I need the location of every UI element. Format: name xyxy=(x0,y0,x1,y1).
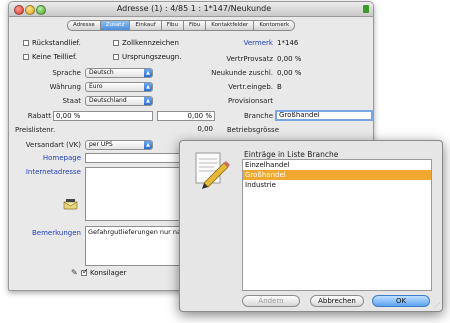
checkbox-box[interactable] xyxy=(113,40,119,46)
versandart-select[interactable]: per UPS ▲ xyxy=(85,140,153,150)
vertrprovsatz-value[interactable]: 0,00 % xyxy=(277,55,301,63)
neukundezuschl-value[interactable]: 0,00 % xyxy=(277,69,301,77)
staat-value: Deutschland xyxy=(89,97,127,104)
email-icon[interactable] xyxy=(62,199,79,210)
aendern-button[interactable]: Ändern xyxy=(242,295,300,307)
checkbox-zollkennzeichen[interactable]: Zollkennzeichen xyxy=(113,39,179,47)
tab-einkauf[interactable]: Einkauf xyxy=(129,20,161,31)
vermerk-value[interactable]: 1*146 xyxy=(277,39,298,47)
vermerk-label[interactable]: Vermerk xyxy=(213,39,273,47)
sprache-label: Sprache xyxy=(52,69,81,77)
close-window-button[interactable] xyxy=(14,5,24,15)
rabatt-field[interactable]: 0,00 % xyxy=(53,111,153,121)
preisliste-field[interactable]: 0,00 xyxy=(153,125,215,135)
vertreter-label: Vertr.eingeb. xyxy=(228,83,273,91)
tab-fibu-1[interactable]: Fibu xyxy=(160,20,183,31)
checkbox-konsilager[interactable]: Konsilager xyxy=(81,267,127,277)
tab-kontomerk[interactable]: Kontomerk xyxy=(253,20,296,31)
staat-select[interactable]: Deutschland ▲ xyxy=(85,96,153,106)
neukundezuschl-label: Neukunde zuschl. xyxy=(211,69,273,77)
bemerkungen-label[interactable]: Bemerkungen xyxy=(15,229,81,237)
checkbox-box[interactable] xyxy=(23,54,29,60)
checkbox-box[interactable] xyxy=(113,54,119,60)
waehrung-value: Euro xyxy=(89,83,103,90)
toolbar-toggle-icon[interactable] xyxy=(363,5,369,13)
abbrechen-button[interactable]: Abbrechen xyxy=(310,295,364,307)
chevron-updown-icon: ▲ xyxy=(144,141,152,149)
checkbox-box[interactable] xyxy=(81,267,89,276)
staat-label: Staat xyxy=(62,97,81,105)
dialog-title: Einträge in Liste Branche xyxy=(244,150,339,159)
vertreter-value[interactable]: B xyxy=(277,83,282,91)
tab-adresse[interactable]: Adresse xyxy=(67,20,100,31)
tab-kontaktfelder[interactable]: Kontaktfelder xyxy=(205,20,254,31)
betriebsgroesse-label: Betriebsgrösse xyxy=(226,126,279,134)
branche-list-dialog: Einträge in Liste Branche Einzelhandel G… xyxy=(179,140,443,312)
list-item[interactable]: Einzelhandel xyxy=(243,160,431,170)
edit-pen-icon[interactable]: ✎ xyxy=(71,268,78,277)
chevron-updown-icon: ▲ xyxy=(144,97,152,105)
provisionsart-label: Provisionsart xyxy=(227,97,273,105)
homepage-label[interactable]: Homepage xyxy=(15,154,81,162)
internetadresse-label[interactable]: Internetadresse xyxy=(15,168,81,176)
rabatt-label: Rabatt xyxy=(27,112,51,120)
title-bar: Adresse (1) : 4/85 1 : 1*147/Neukunde xyxy=(9,2,373,17)
checkbox-rueckstandlief[interactable]: Rückstandlief. xyxy=(23,39,81,47)
preisliste-label: Preislistenr. xyxy=(15,126,56,134)
tab-fibu-2[interactable]: Fibu xyxy=(183,20,206,31)
tab-zusatz[interactable]: Zusatz xyxy=(99,20,130,31)
vertrprovsatz-label: VertrProvsatz xyxy=(226,55,273,63)
branche-field[interactable]: Großhandel xyxy=(275,110,373,121)
minimize-window-button[interactable] xyxy=(25,5,35,15)
waehrung-label: Währung xyxy=(49,83,81,91)
sprache-value: Deutsch xyxy=(89,69,114,76)
checkbox-keine-teillief[interactable]: Keine Teillief. xyxy=(23,53,77,61)
chevron-updown-icon: ▲ xyxy=(144,69,152,77)
resize-grip-icon[interactable]: ⋰ xyxy=(434,302,440,309)
checkbox-ursprungszeugn[interactable]: Ursprungszeugn. xyxy=(113,53,181,61)
branche-list[interactable]: Einzelhandel Großhandel Industrie xyxy=(242,159,432,291)
list-item[interactable]: Industrie xyxy=(243,180,431,190)
chevron-updown-icon: ▲ xyxy=(144,83,152,91)
checkbox-label: Zollkennzeichen xyxy=(122,39,179,47)
waehrung-select[interactable]: Euro ▲ xyxy=(85,82,153,92)
versandart-value: per UPS xyxy=(89,141,113,148)
tab-bar: Adresse Zusatz Einkauf Fibu Fibu Kontakt… xyxy=(67,20,296,31)
list-item-selected[interactable]: Großhandel xyxy=(243,170,431,180)
branche-label: Branche xyxy=(244,112,273,120)
zoom-window-button[interactable] xyxy=(36,5,46,15)
document-pencil-icon xyxy=(190,149,232,191)
checkbox-label: Rückstandlief. xyxy=(32,39,81,47)
rabatt-field-2[interactable]: 0,00 % xyxy=(157,111,215,121)
ok-button[interactable]: OK xyxy=(372,295,430,307)
checkbox-label: Ursprungszeugn. xyxy=(122,53,182,61)
window-title: Adresse (1) : 4/85 1 : 1*147/Neukunde xyxy=(116,4,272,13)
sprache-select[interactable]: Deutsch ▲ xyxy=(85,68,153,78)
versandart-label: Versandart (VK) xyxy=(25,141,81,149)
checkbox-label: Konsilager xyxy=(90,269,127,277)
checkbox-label: Keine Teillief. xyxy=(32,53,78,61)
checkbox-box[interactable] xyxy=(23,40,29,46)
